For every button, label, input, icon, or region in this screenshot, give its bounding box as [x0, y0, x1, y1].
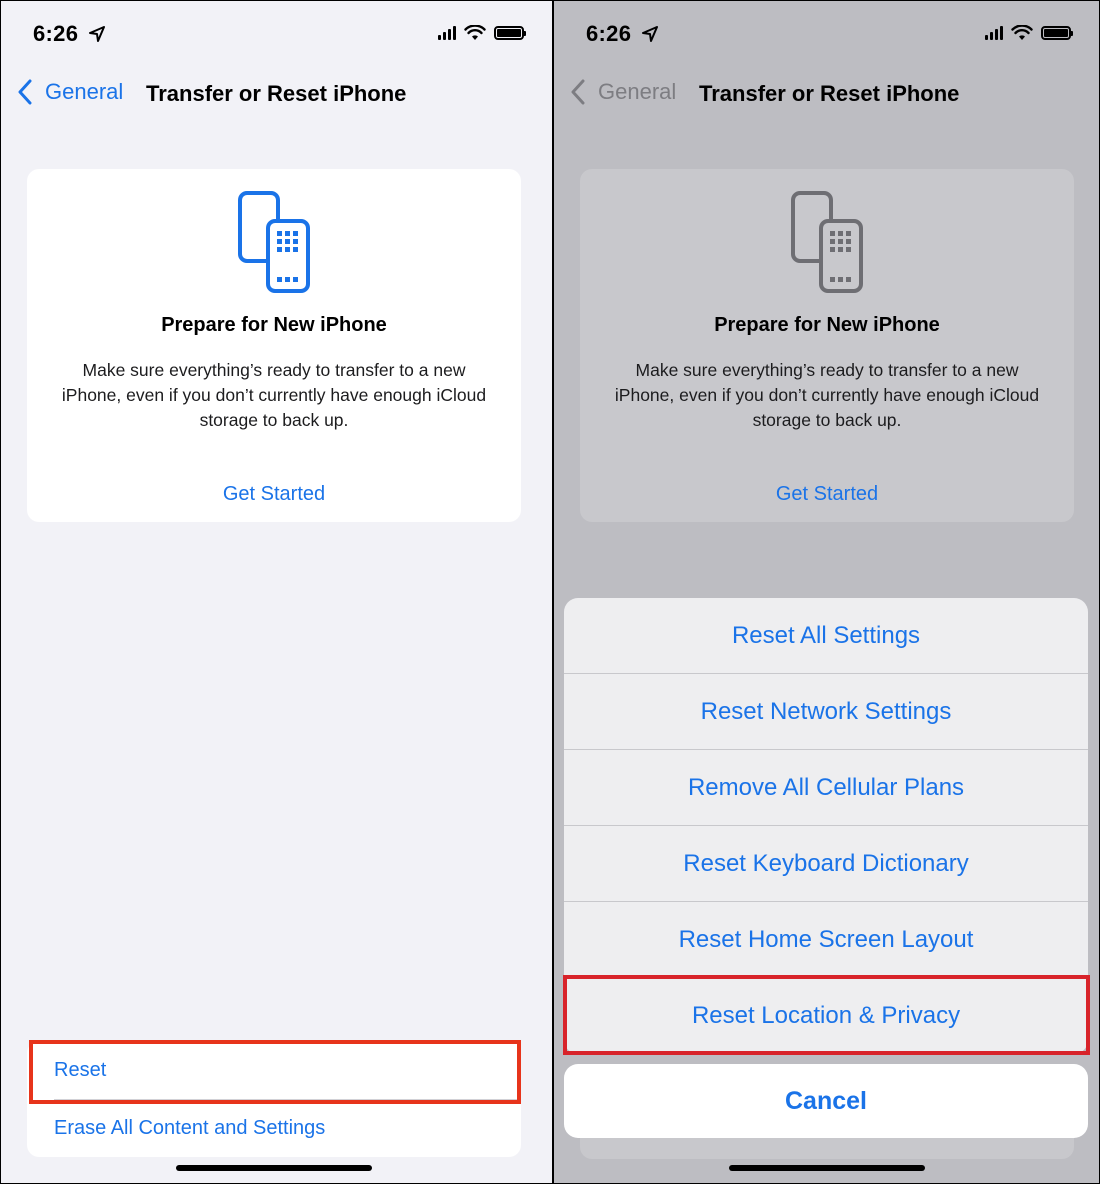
status-icons [438, 25, 526, 41]
battery-icon [494, 26, 526, 40]
get-started-button[interactable]: Get Started [580, 483, 1074, 506]
page-title: Transfer or Reset iPhone [699, 81, 960, 106]
reset-network-settings-button[interactable]: Reset Network Settings [564, 674, 1088, 750]
cellular-signal-icon [438, 26, 456, 40]
wifi-icon [464, 25, 486, 40]
chevron-left-icon [571, 79, 585, 105]
wifi-icon [1011, 25, 1033, 40]
prepare-card: Prepare for New iPhone Make sure everyth… [580, 169, 1074, 522]
reset-all-settings-button[interactable]: Reset All Settings [564, 598, 1088, 674]
status-bar-time: 6:26 [586, 21, 658, 47]
get-started-button[interactable]: Get Started [27, 483, 521, 506]
remove-cellular-plans-button[interactable]: Remove All Cellular Plans [564, 750, 1088, 826]
status-bar-time: 6:26 [33, 21, 105, 47]
erase-all-content-button[interactable]: Erase All Content and Settings [27, 1099, 521, 1157]
status-icons [985, 25, 1073, 41]
navigation-bar: General Transfer or Reset iPhone [1, 79, 552, 111]
reset-home-screen-layout-button[interactable]: Reset Home Screen Layout [564, 902, 1088, 978]
navigation-bar: General Transfer or Reset iPhone [554, 79, 1099, 111]
reset-keyboard-dictionary-button[interactable]: Reset Keyboard Dictionary [564, 826, 1088, 902]
card-description: Make sure everything’s ready to transfer… [614, 360, 1040, 430]
left-screen: 6:26 General Transfer or Reset iPhone Pr… [1, 1, 552, 1183]
back-label: General [45, 79, 124, 104]
prepare-card: Prepare for New iPhone Make sure everyth… [27, 169, 521, 522]
back-label: General [598, 79, 677, 104]
time-text: 6:26 [586, 21, 632, 46]
cancel-button[interactable]: Cancel [564, 1064, 1088, 1138]
chevron-left-icon [18, 79, 32, 105]
cellular-signal-icon [985, 26, 1003, 40]
home-indicator [729, 1165, 925, 1171]
card-title: Prepare for New iPhone [161, 314, 387, 336]
highlight-box-location-privacy [563, 975, 1090, 1055]
highlight-box-reset [29, 1040, 521, 1104]
battery-icon [1041, 26, 1073, 40]
card-title: Prepare for New iPhone [714, 314, 940, 336]
card-description: Make sure everything’s ready to transfer… [61, 360, 487, 430]
back-button[interactable]: General [570, 79, 676, 105]
back-button[interactable]: General [17, 79, 123, 105]
location-arrow-icon [88, 26, 105, 42]
page-title: Transfer or Reset iPhone [146, 81, 407, 106]
location-arrow-icon [641, 26, 658, 42]
right-screen: 6:26 General Transfer or Reset iPhone Pr… [554, 1, 1099, 1183]
transfer-phones-icon [238, 191, 310, 293]
transfer-phones-icon [791, 191, 863, 293]
home-indicator [176, 1165, 372, 1171]
time-text: 6:26 [33, 21, 79, 46]
